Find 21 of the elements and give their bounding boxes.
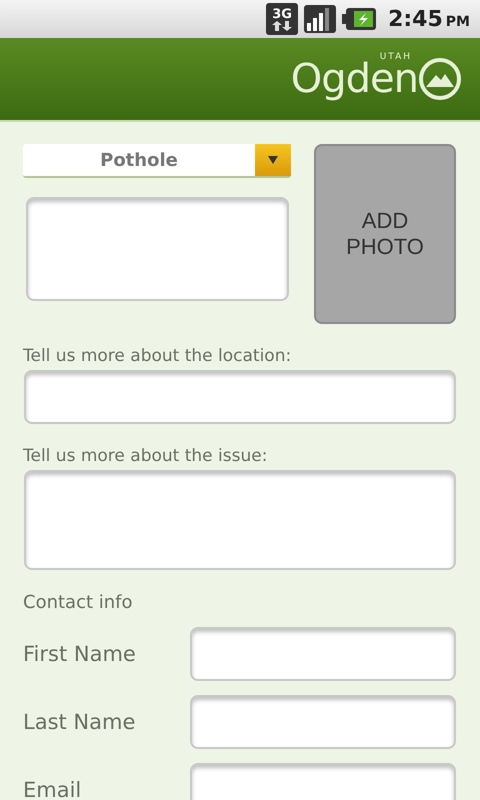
section-heading: Contact info xyxy=(23,592,134,613)
field-label: Tell us more about the issue: xyxy=(23,446,268,466)
clock-period: PM xyxy=(446,14,470,30)
add-photo-button[interactable]: ADD PHOTO xyxy=(314,144,456,324)
issue-type-dropdown[interactable]: Pothole xyxy=(23,144,291,178)
field-label: Last Name xyxy=(23,710,136,734)
input-field[interactable] xyxy=(190,627,456,681)
field-label: First Name xyxy=(23,642,136,666)
location-input-field[interactable] xyxy=(24,370,456,424)
field-label: Email xyxy=(23,778,82,800)
issue-text-area[interactable] xyxy=(24,470,456,570)
mountain-logo-icon xyxy=(418,57,462,101)
clock-time: 2:45 xyxy=(388,6,443,32)
field-label: Tell us more about the location: xyxy=(23,346,292,366)
caret-down-icon xyxy=(267,155,279,165)
network-3g-icon: 3G xyxy=(266,3,298,35)
text-area[interactable] xyxy=(26,197,289,301)
input-field[interactable] xyxy=(190,695,456,749)
battery-charging-icon xyxy=(342,8,376,30)
logo-subtitle: UTAH xyxy=(380,52,412,62)
signal-icon xyxy=(304,5,336,33)
